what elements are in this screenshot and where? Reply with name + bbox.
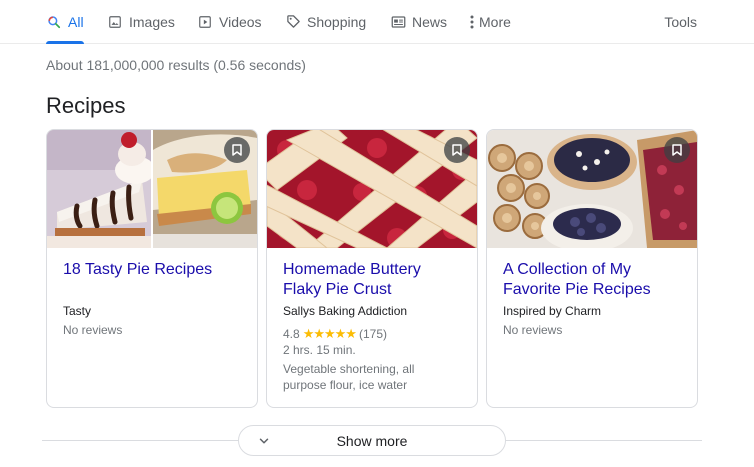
divider-left (42, 440, 238, 441)
recipe-title[interactable]: 18 Tasty Pie Recipes (63, 260, 243, 280)
newspaper-icon (390, 14, 406, 30)
tab-shopping[interactable]: Shopping (285, 0, 366, 43)
bookmark-icon (452, 144, 462, 156)
search-tabs-bar: All Images Videos Shopping News More Too… (0, 0, 754, 44)
recipe-card[interactable]: A Collection of My Favorite Pie Recipes … (486, 129, 698, 408)
recipe-reviews: No reviews (503, 323, 563, 337)
tab-label: All (68, 13, 84, 30)
save-recipe-button[interactable] (444, 137, 470, 163)
recipe-rating: 4.8 ★★★★★ (175) (283, 326, 387, 342)
tab-news[interactable]: News (390, 0, 447, 43)
result-stats: About 181,000,000 results (0.56 seconds) (46, 57, 306, 73)
save-recipe-button[interactable] (224, 137, 250, 163)
bookmark-icon (672, 144, 682, 156)
tab-more[interactable]: More (469, 0, 511, 43)
tab-label: Images (129, 13, 175, 30)
recipe-source: Sallys Baking Addiction (283, 304, 408, 318)
more-vert-icon (469, 14, 475, 30)
tab-videos[interactable]: Videos (197, 0, 262, 43)
rating-count: (175) (358, 327, 387, 341)
recipe-ingredients: Vegetable shortening, all purpose flour,… (283, 362, 415, 392)
recipe-card[interactable]: 18 Tasty Pie Recipes Tasty No reviews (46, 129, 258, 408)
section-heading: Recipes (46, 93, 126, 118)
image-icon (107, 14, 123, 30)
recipe-time: 2 hrs. 15 min. (283, 343, 356, 357)
tab-label: More (479, 13, 511, 30)
tab-label: Videos (219, 13, 262, 30)
show-more-button[interactable]: Show more (238, 425, 506, 456)
recipe-thumbnail[interactable] (267, 130, 477, 248)
chevron-down-icon (257, 434, 271, 451)
recipe-source: Inspired by Charm (503, 304, 602, 318)
rating-value: 4.8 (283, 327, 300, 341)
search-icon (46, 14, 62, 30)
tab-images[interactable]: Images (107, 0, 175, 43)
recipe-card[interactable]: Homemade Buttery Flaky Pie Crust Sallys … (266, 129, 478, 408)
tab-label: Shopping (307, 13, 367, 30)
tools-button[interactable]: Tools (664, 0, 697, 43)
play-icon (197, 14, 213, 30)
save-recipe-button[interactable] (664, 137, 690, 163)
recipe-title[interactable]: A Collection of My Favorite Pie Recipes (503, 260, 683, 300)
star-rating-icon: ★★★★★ (302, 326, 357, 341)
tab-label: News (412, 13, 448, 30)
recipe-source: Tasty (63, 304, 92, 318)
recipe-title[interactable]: Homemade Buttery Flaky Pie Crust (283, 260, 463, 300)
recipe-thumbnail[interactable] (487, 130, 697, 248)
tab-all[interactable]: All (46, 0, 84, 44)
recipe-reviews: No reviews (63, 323, 123, 337)
divider-right (506, 440, 702, 441)
recipe-thumbnail[interactable] (47, 130, 257, 248)
tag-icon (285, 14, 301, 30)
bookmark-icon (232, 144, 242, 156)
show-more-label: Show more (336, 432, 408, 449)
